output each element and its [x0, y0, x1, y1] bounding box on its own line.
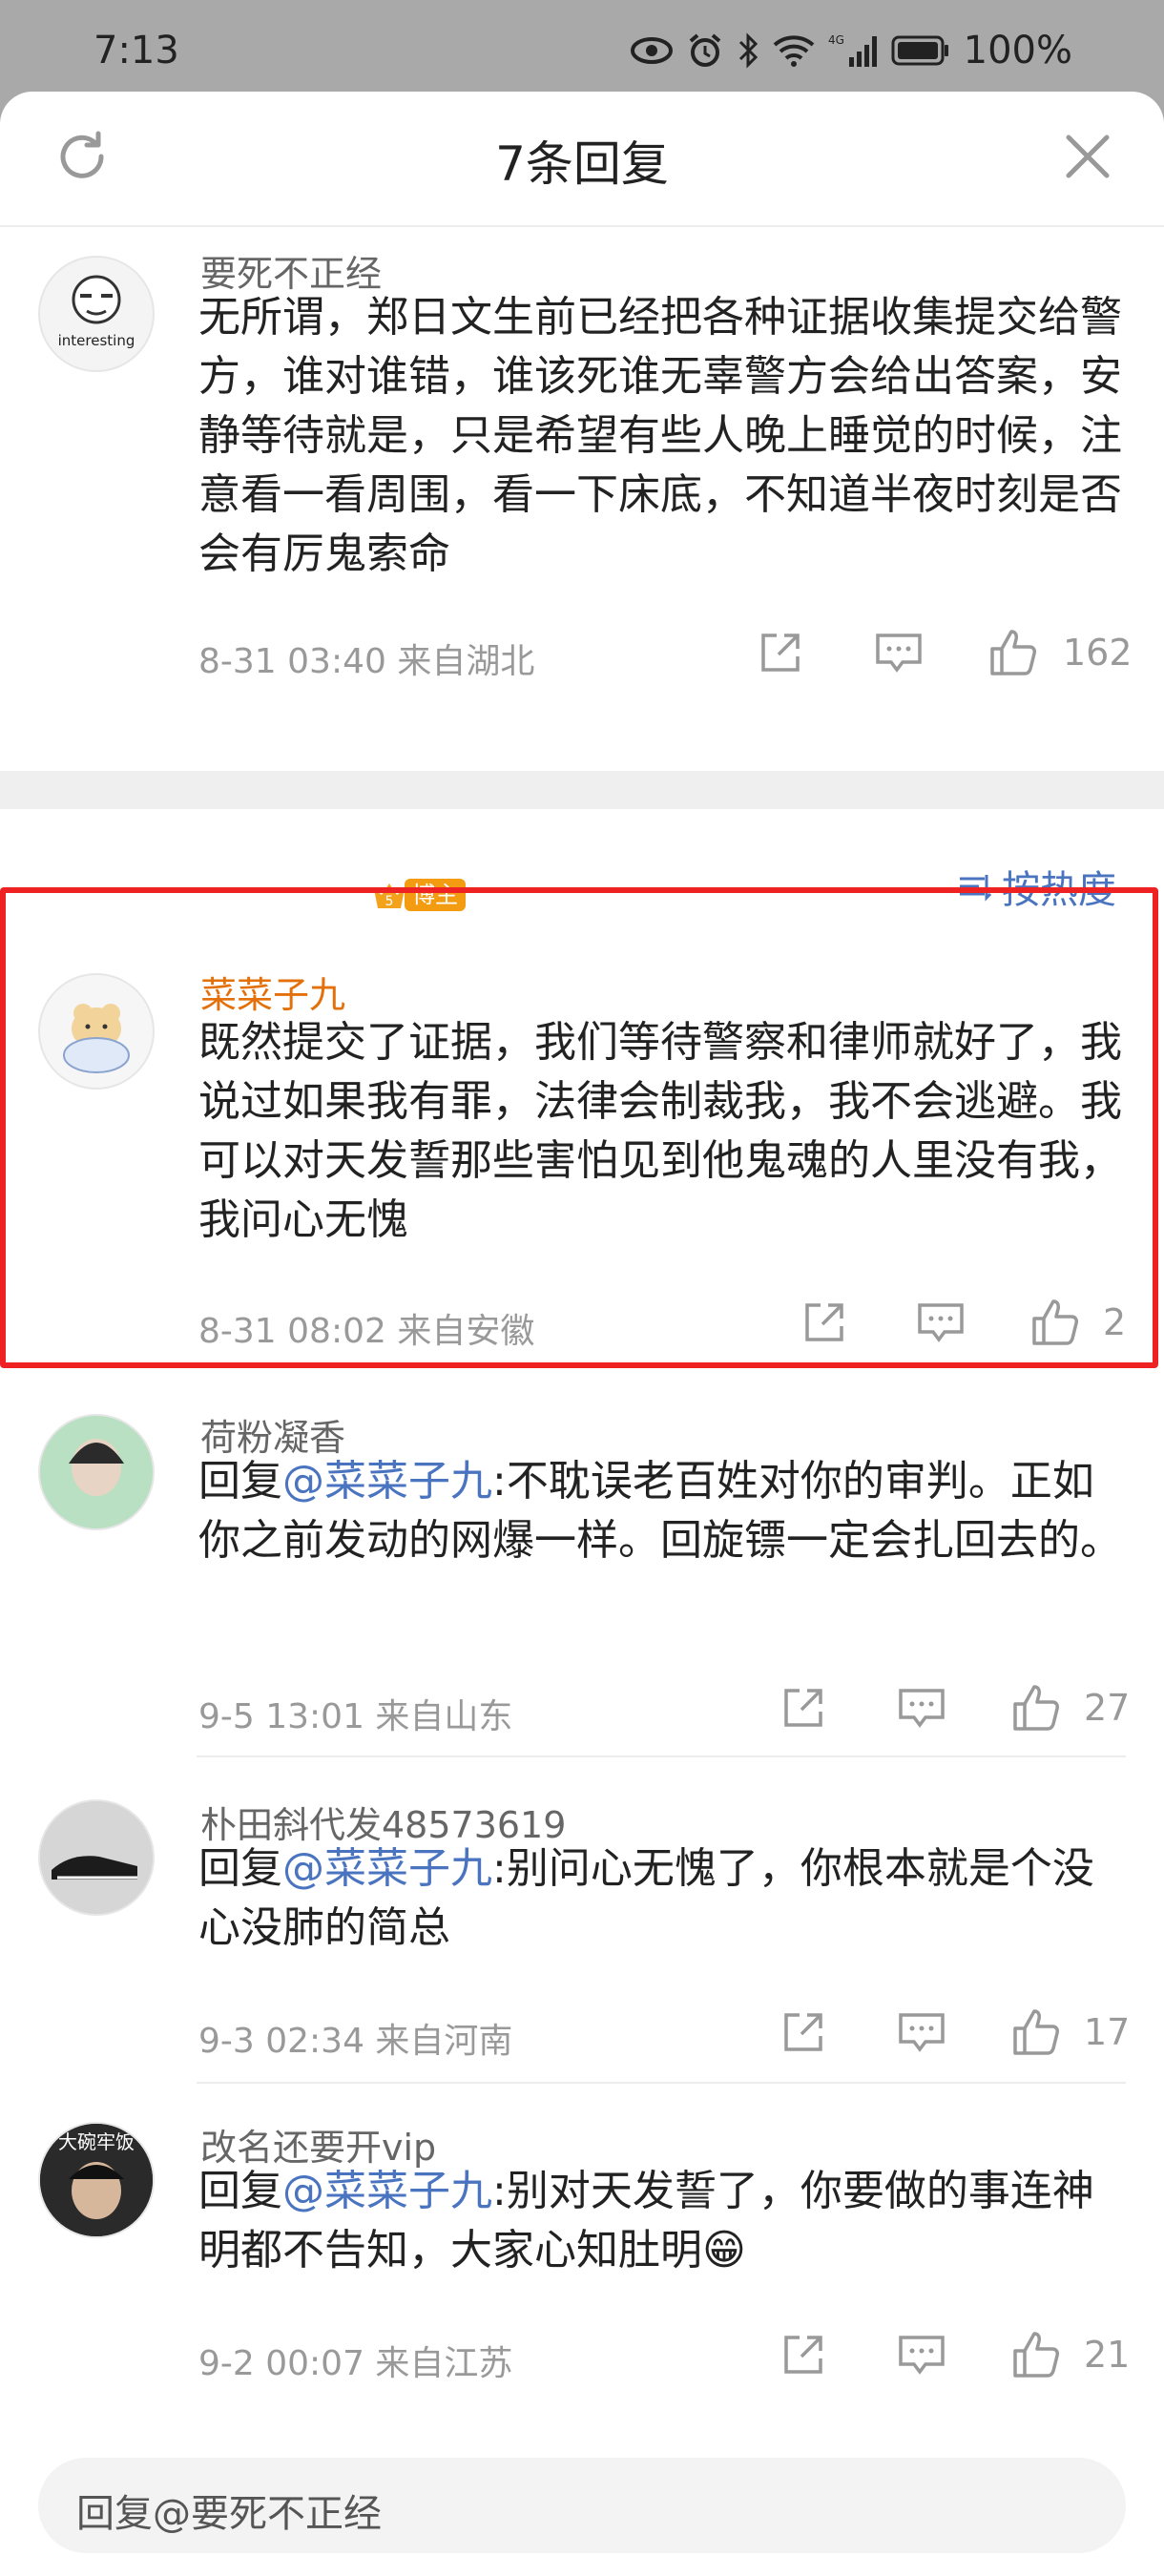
bluetooth-icon — [738, 32, 758, 69]
avatar[interactable]: 大碗牢饭 — [38, 2122, 155, 2238]
like-count: 17 — [1084, 2011, 1131, 2053]
mention-link[interactable]: @菜菜子九 — [282, 2167, 492, 2215]
battery-icon — [891, 35, 948, 66]
comment-icon[interactable] — [874, 630, 924, 675]
like-count: 21 — [1084, 2334, 1131, 2376]
reply-text: 回复@菜菜子九:不耽误老百姓对你的审判。正如你之前发动的网爆一样。回旋镖一定会扎… — [198, 1452, 1124, 1570]
highlight-box — [0, 887, 1158, 1368]
status-time: 7:13 — [94, 29, 179, 73]
reply-item: 朴田斜代发48573619 回复@菜菜子九:别问心无愧了，你根本就是个没心没肺的… — [0, 1796, 1164, 2084]
comment-icon[interactable] — [897, 2332, 946, 2378]
root-comment: interesting 要死不正经 无所谓，郑日文生前已经把各种证据收集提交给警… — [0, 244, 1164, 779]
grin-emoji-icon: 😁 — [702, 2226, 746, 2275]
avatar[interactable] — [38, 1414, 155, 1530]
avatar-caption: 大碗牢饭 — [58, 2130, 135, 2153]
like-icon[interactable] — [1011, 2328, 1063, 2379]
divider — [197, 1755, 1126, 1757]
close-icon[interactable] — [1061, 130, 1114, 183]
avatar-shoe-icon — [40, 1801, 153, 1914]
share-icon[interactable] — [780, 2009, 826, 2055]
like-icon[interactable] — [1011, 1681, 1063, 1733]
reply-meta: 9-2 00:07 来自江苏 — [198, 2344, 513, 2383]
reply-item: 大碗牢饭 改名还要开vip 回复@菜菜子九:别对天发誓了，你要做的事连神明都不告… — [0, 2118, 1164, 2404]
sheet-title: 7条回复 — [495, 136, 669, 192]
reply-prefix: 回复 — [198, 1844, 282, 1893]
avatar-meme-icon: interesting — [58, 275, 135, 349]
like-icon[interactable] — [988, 626, 1040, 677]
wifi-icon — [773, 35, 814, 67]
reply-input-placeholder: 回复@要死不正经 — [76, 2492, 382, 2536]
sheet-header: 7条回复 — [0, 92, 1164, 227]
status-bar: 7:13 4G 100% — [0, 0, 1164, 95]
reply-prefix: 回复 — [198, 1457, 282, 1506]
mention-link[interactable]: @菜菜子九 — [282, 1844, 492, 1893]
section-divider — [0, 771, 1164, 809]
reply-meta: 9-5 13:01 来自山东 — [198, 1697, 513, 1736]
share-icon[interactable] — [780, 1685, 826, 1731]
network-type-label: 4G — [828, 33, 844, 47]
comment-meta: 8-31 03:40 来自湖北 — [198, 642, 535, 681]
reply-text: 回复@菜菜子九:别问心无愧了，你根本就是个没心没肺的简总 — [198, 1839, 1124, 1958]
reply-prefix: 回复 — [198, 2167, 282, 2215]
reply-item: 荷粉凝香 回复@菜菜子九:不耽误老百姓对你的审判。正如你之前发动的网爆一样。回旋… — [0, 1408, 1164, 1757]
share-icon[interactable] — [780, 2332, 826, 2378]
reply-input[interactable]: 回复@要死不正经 — [38, 2458, 1126, 2553]
avatar[interactable]: interesting — [38, 256, 155, 372]
status-icons: 4G 100% — [630, 29, 1072, 73]
comment-text: 无所谓，郑日文生前已经把各种证据收集提交给警方，谁对谁错，谁该死谁无辜警方会给出… — [198, 293, 1122, 578]
battery-percent: 100% — [963, 29, 1072, 73]
divider — [197, 2082, 1126, 2084]
comment-icon[interactable] — [897, 2009, 946, 2055]
avatar-caption: interesting — [58, 332, 135, 349]
like-count: 162 — [1063, 632, 1133, 674]
reply-meta: 9-3 02:34 来自河南 — [198, 2022, 513, 2061]
avatar[interactable] — [38, 1799, 155, 1916]
avatar-man-icon: 大碗牢饭 — [40, 2124, 153, 2236]
avatar-person-icon — [40, 1416, 153, 1528]
signal-icon: 4G — [828, 33, 877, 67]
share-icon[interactable] — [758, 630, 803, 675]
mention-link[interactable]: @菜菜子九 — [282, 1457, 492, 1506]
comment-icon[interactable] — [897, 1685, 946, 1731]
reply-text: 回复@菜菜子九:别对天发誓了，你要做的事连神明都不告知，大家心知肚明😁 — [198, 2162, 1124, 2280]
alarm-icon — [689, 33, 720, 67]
like-count: 27 — [1084, 1687, 1131, 1729]
eye-icon — [630, 37, 673, 64]
like-icon[interactable] — [1011, 2005, 1063, 2057]
